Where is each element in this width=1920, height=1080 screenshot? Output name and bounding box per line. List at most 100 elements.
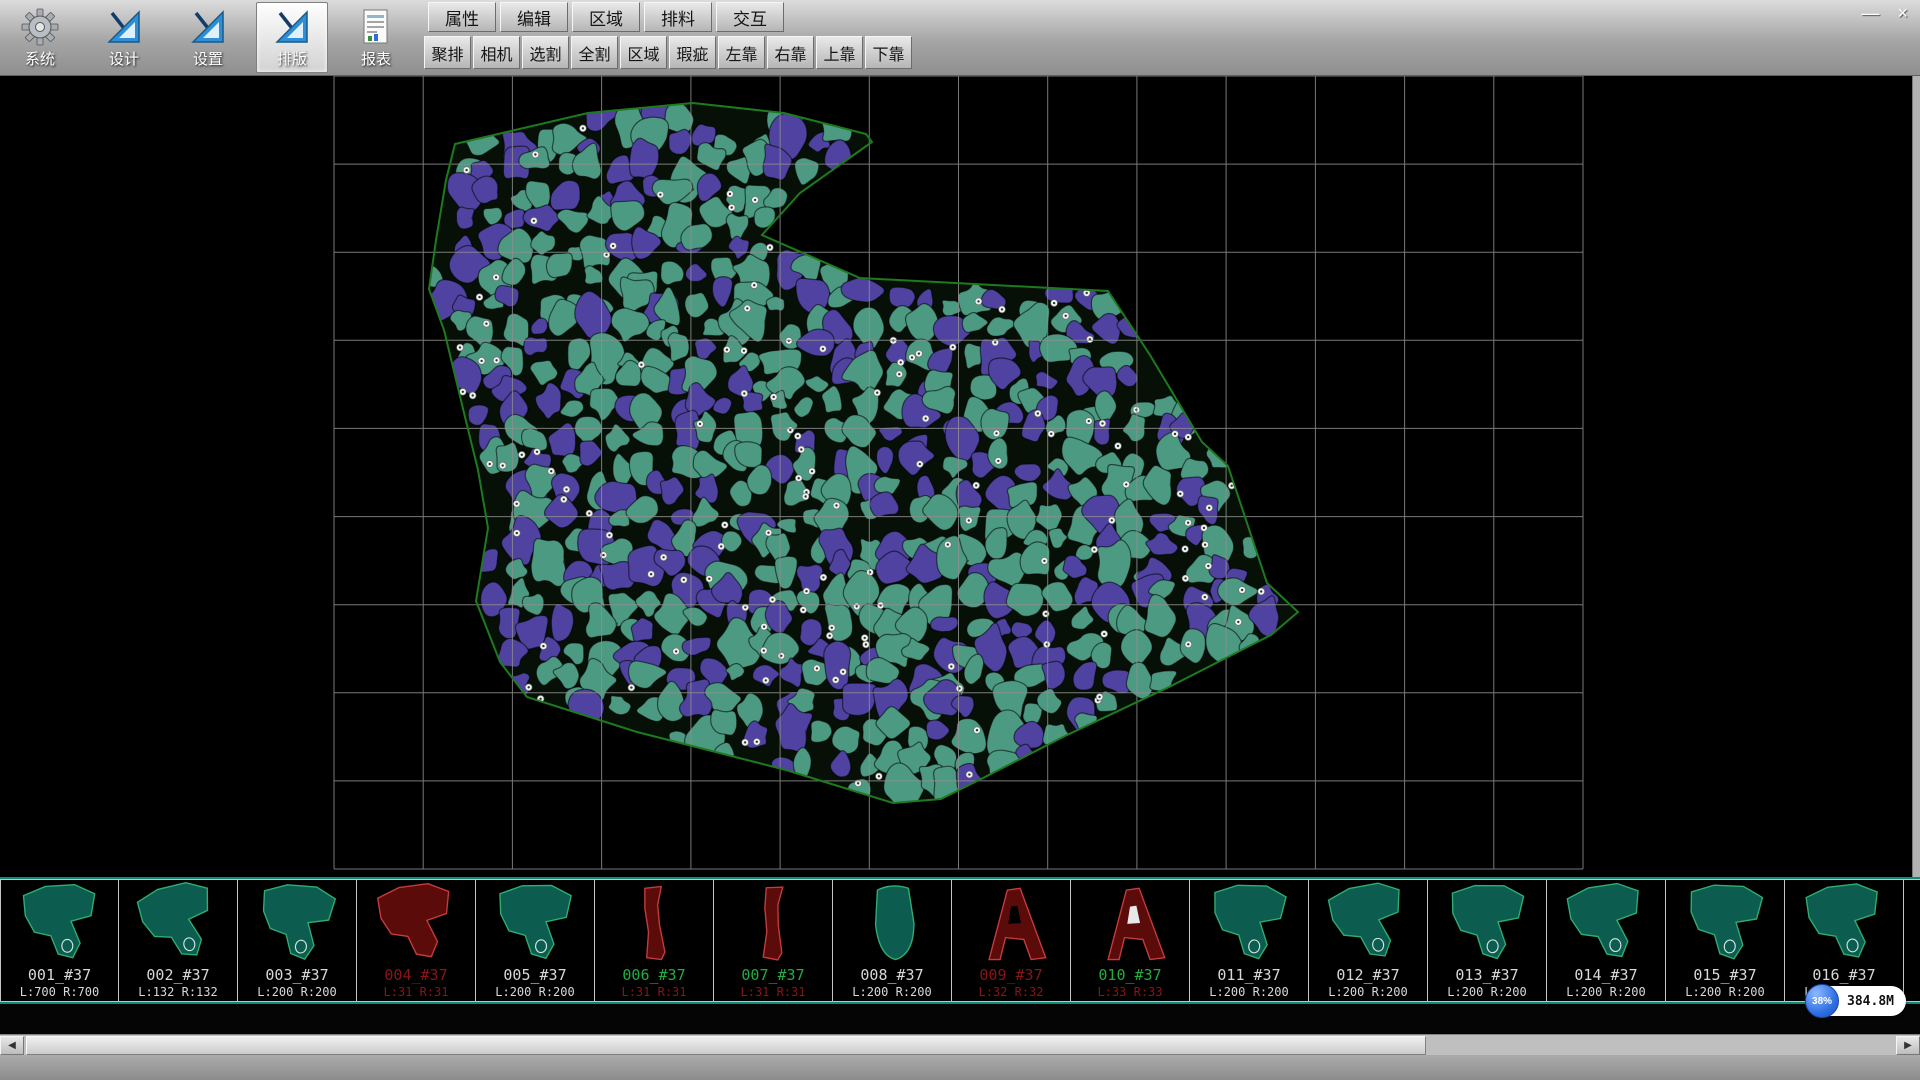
pattern-thumb-003_#37[interactable]: 003_#37L:200 R:200 xyxy=(238,879,357,1002)
tool-align-left[interactable]: 左靠 xyxy=(718,36,765,69)
pattern-thumb-015_#37[interactable]: 015_#37L:200 R:200 xyxy=(1666,879,1785,1002)
pattern-shape xyxy=(241,881,353,965)
progress-percentage: 38% xyxy=(1805,984,1839,1018)
pattern-thumbnail-strip: 001_#37L:700 R:700002_#37L:132 R:132003_… xyxy=(0,877,1920,1004)
menu-bar: 属性编辑区域排料交互 xyxy=(428,2,784,32)
tab-settings[interactable]: 设置 xyxy=(172,2,244,73)
pattern-lr-count: L:200 R:200 xyxy=(1309,985,1427,999)
menu-properties[interactable]: 属性 xyxy=(428,2,496,32)
pattern-shape xyxy=(1907,881,1920,965)
pattern-shape xyxy=(717,881,829,965)
tab-label: 设计 xyxy=(109,48,139,69)
pattern-lr-count: L:200 R:200 xyxy=(476,985,594,999)
pattern-thumb-011_#37[interactable]: 011_#37L:200 R:200 xyxy=(1190,879,1309,1002)
minimize-button[interactable]: — xyxy=(1861,0,1879,26)
window-controls: — × xyxy=(1861,0,1908,26)
pattern-lr-count: L:200 R:200 xyxy=(1547,985,1665,999)
pattern-lr-count: L:700 R:700 xyxy=(1,985,118,999)
pattern-name: 007_#37 xyxy=(714,966,832,984)
menu-interaction[interactable]: 交互 xyxy=(716,2,784,32)
app-window: 系统设计设置排版报表 属性编辑区域排料交互 聚排相机选割全割区域瑕疵左靠右靠上靠… xyxy=(0,0,1920,1080)
pattern-shape xyxy=(955,881,1067,965)
pattern-thumb-005_#37[interactable]: 005_#37L:200 R:200 xyxy=(476,879,595,1002)
tab-nesting[interactable]: 排版 xyxy=(256,2,328,73)
pattern-name: 006_#37 xyxy=(595,966,713,984)
gear-icon xyxy=(20,7,60,47)
main-tabs: 系统设计 设置排版 报表 xyxy=(4,2,412,73)
vertical-scrollbar-track[interactable] xyxy=(1912,76,1920,877)
pattern-lr-count: L:31 R:31 xyxy=(714,985,832,999)
pattern-lr-count: L:33 R:33 xyxy=(1071,985,1189,999)
tool-align-top[interactable]: 上靠 xyxy=(816,36,863,69)
scroll-left-button[interactable]: ◀ xyxy=(0,1036,24,1055)
scrollbar-thumb[interactable] xyxy=(26,1036,1426,1055)
set-square-icon xyxy=(272,7,312,47)
pattern-shape xyxy=(1193,881,1305,965)
pattern-lr-count: L:31 R:31 xyxy=(357,985,475,999)
tab-report[interactable]: 报表 xyxy=(340,2,412,73)
pattern-shape xyxy=(1431,881,1543,965)
pattern-shape xyxy=(1669,881,1781,965)
pattern-thumb-014_#37[interactable]: 014_#37L:200 R:200 xyxy=(1547,879,1666,1002)
tool-cluster-nest[interactable]: 聚排 xyxy=(424,36,471,69)
horizontal-scrollbar[interactable]: ◀ ▶ xyxy=(0,1034,1920,1055)
menu-region[interactable]: 区域 xyxy=(572,2,640,32)
menu-edit[interactable]: 编辑 xyxy=(500,2,568,32)
tool-align-right[interactable]: 右靠 xyxy=(767,36,814,69)
memory-usage: 384.8M xyxy=(1847,994,1894,1009)
pattern-thumb-cell-17[interactable] xyxy=(1904,879,1920,1002)
pattern-thumb-002_#37[interactable]: 002_#37L:132 R:132 xyxy=(119,879,238,1002)
pattern-name: 005_#37 xyxy=(476,966,594,984)
report-icon xyxy=(356,7,396,47)
pattern-thumb-001_#37[interactable]: 001_#37L:700 R:700 xyxy=(0,879,119,1002)
set-square-icon xyxy=(188,7,228,47)
pattern-lr-count: L:200 R:200 xyxy=(1190,985,1308,999)
pattern-thumb-007_#37[interactable]: 007_#37L:31 R:31 xyxy=(714,879,833,1002)
pattern-name: 008_#37 xyxy=(833,966,951,984)
pattern-shape xyxy=(1074,881,1186,965)
pattern-thumb-004_#37[interactable]: 004_#37L:31 R:31 xyxy=(357,879,476,1002)
pattern-thumb-013_#37[interactable]: 013_#37L:200 R:200 xyxy=(1428,879,1547,1002)
pattern-thumb-006_#37[interactable]: 006_#37L:31 R:31 xyxy=(595,879,714,1002)
tab-label: 报表 xyxy=(361,48,391,69)
pattern-shape xyxy=(598,881,710,965)
status-row xyxy=(0,1004,1920,1034)
set-square-icon xyxy=(104,7,144,47)
menu-nest[interactable]: 排料 xyxy=(644,2,712,32)
tool-defect[interactable]: 瑕疵 xyxy=(669,36,716,69)
pattern-name: 016_#37 xyxy=(1785,966,1903,984)
pattern-lr-count: L:32 R:32 xyxy=(952,985,1070,999)
pattern-shape xyxy=(360,881,472,965)
pattern-thumb-010_#37[interactable]: 010_#37L:33 R:33 xyxy=(1071,879,1190,1002)
tool-cut-selected[interactable]: 选割 xyxy=(522,36,569,69)
pattern-shape xyxy=(479,881,591,965)
tool-cut-all[interactable]: 全割 xyxy=(571,36,618,69)
pattern-lr-count: L:200 R:200 xyxy=(1666,985,1784,999)
pattern-thumb-012_#37[interactable]: 012_#37L:200 R:200 xyxy=(1309,879,1428,1002)
pattern-thumb-009_#37[interactable]: 009_#37L:32 R:32 xyxy=(952,879,1071,1002)
pattern-name: 002_#37 xyxy=(119,966,237,984)
pattern-shape xyxy=(1550,881,1662,965)
pattern-thumb-016_#37[interactable]: 016_#37L:200 R:200 xyxy=(1785,879,1904,1002)
tab-label: 排版 xyxy=(277,48,307,69)
pattern-name: 001_#37 xyxy=(1,966,118,984)
tool-align-bottom[interactable]: 下靠 xyxy=(865,36,912,69)
pattern-lr-count: L:132 R:132 xyxy=(119,985,237,999)
window-frame-bottom xyxy=(0,1055,1920,1080)
scroll-right-button[interactable]: ▶ xyxy=(1896,1036,1920,1055)
nesting-canvas[interactable] xyxy=(0,76,1920,877)
pattern-name: 013_#37 xyxy=(1428,966,1546,984)
pattern-name: 009_#37 xyxy=(952,966,1070,984)
tool-zone[interactable]: 区域 xyxy=(620,36,667,69)
tab-design[interactable]: 设计 xyxy=(88,2,160,73)
pattern-name: 015_#37 xyxy=(1666,966,1784,984)
pattern-shape xyxy=(4,881,116,965)
tab-system[interactable]: 系统 xyxy=(4,2,76,73)
tool-camera[interactable]: 相机 xyxy=(473,36,520,69)
pattern-lr-count: L:31 R:31 xyxy=(595,985,713,999)
pattern-name: 012_#37 xyxy=(1309,966,1427,984)
pattern-thumb-008_#37[interactable]: 008_#37L:200 R:200 xyxy=(833,879,952,1002)
pattern-shape xyxy=(1788,881,1900,965)
pattern-shape xyxy=(122,881,234,965)
close-button[interactable]: × xyxy=(1897,0,1908,26)
